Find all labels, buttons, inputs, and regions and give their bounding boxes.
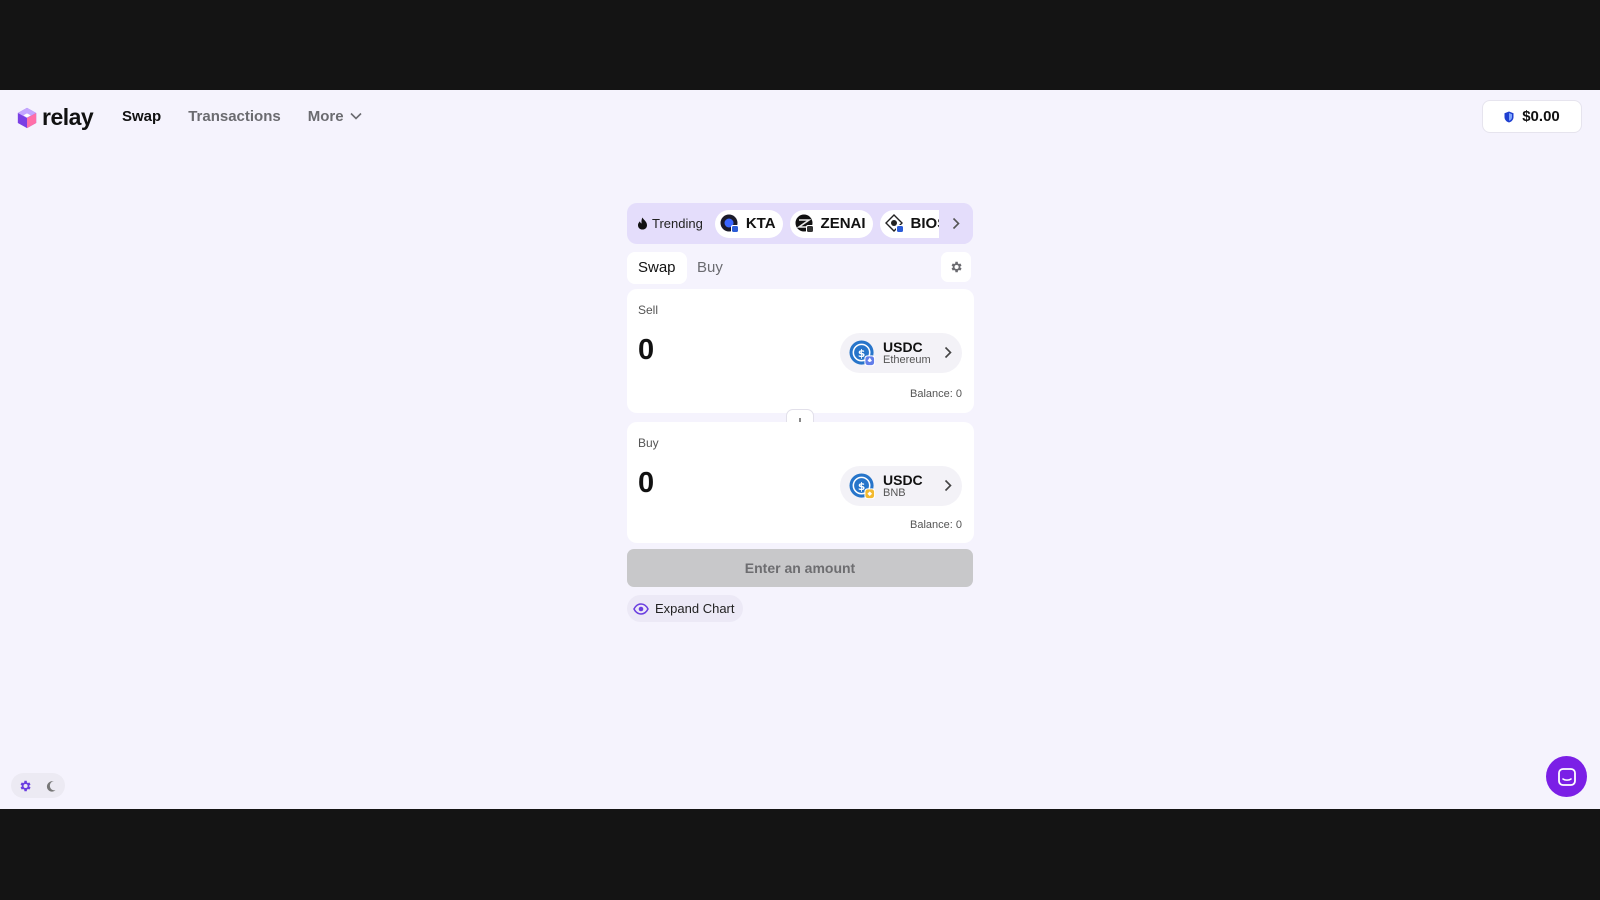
trending-chip-kta[interactable]: KTA — [714, 209, 783, 238]
shield-icon — [1504, 111, 1514, 122]
nav-transactions[interactable]: Transactions — [188, 108, 281, 125]
kta-token-icon — [720, 214, 739, 233]
gear-icon — [951, 261, 962, 273]
svg-text:$: $ — [858, 480, 865, 492]
top-header: relay Swap Transactions More $0.00 — [0, 90, 1600, 142]
usdc-bnb-icon: $ — [849, 472, 876, 499]
theme-toggle[interactable] — [11, 773, 65, 798]
relay-logo[interactable]: relay — [16, 104, 94, 131]
buy-panel: Buy 0 $ USDC BNB Balance: 0 — [627, 422, 974, 543]
chevron-down-icon — [350, 112, 362, 120]
usdc-ethereum-icon: $ — [849, 339, 876, 366]
bios-token-icon — [884, 213, 904, 233]
sell-panel: Sell 0 $ USDC Ethereum Balance: 0 — [627, 289, 974, 413]
trending-chip-zenai[interactable]: ZENAI — [789, 209, 873, 238]
buy-label: Buy — [638, 436, 659, 450]
eye-icon — [633, 602, 649, 615]
app-frame: relay Swap Transactions More $0.00 Trend… — [0, 90, 1600, 809]
trending-chip-symbol: ZENAI — [820, 215, 866, 232]
sell-amount-input[interactable]: 0 — [638, 334, 654, 367]
relay-cube-icon — [17, 107, 37, 128]
enter-amount-button[interactable]: Enter an amount — [627, 549, 973, 587]
sell-token-selector[interactable]: $ USDC Ethereum — [840, 333, 962, 373]
trending-bar: Trending KTA ZENAI BIOS — [627, 203, 973, 244]
trending-text: Trending — [652, 216, 703, 231]
sell-label: Sell — [638, 303, 659, 317]
zenai-token-icon — [795, 214, 814, 233]
tab-buy[interactable]: Buy — [686, 252, 734, 284]
wallet-balance-button[interactable]: $0.00 — [1482, 100, 1582, 133]
chevron-right-icon — [952, 217, 960, 230]
sell-token-chain: Ethereum — [883, 353, 931, 366]
brand-name: relay — [42, 104, 94, 130]
trending-label: Trending — [637, 216, 703, 231]
support-chat-button[interactable] — [1546, 756, 1587, 797]
chevron-right-icon — [944, 479, 952, 492]
sell-token-text: USDC Ethereum — [883, 340, 931, 366]
tab-swap[interactable]: Swap — [627, 252, 687, 284]
trending-next-button[interactable] — [939, 203, 973, 244]
expand-chart-button[interactable]: Expand Chart — [627, 595, 743, 622]
svg-text:$: $ — [858, 347, 865, 359]
sell-balance: Balance: 0 — [910, 388, 962, 400]
moon-icon[interactable] — [46, 780, 58, 792]
sell-token-symbol: USDC — [883, 338, 923, 355]
buy-token-symbol: USDC — [883, 471, 923, 488]
buy-amount-input[interactable]: 0 — [638, 467, 654, 500]
chevron-right-icon — [944, 346, 952, 359]
wallet-balance: $0.00 — [1522, 108, 1560, 125]
nav-swap[interactable]: Swap — [122, 108, 161, 125]
main-nav: Swap Transactions More — [122, 90, 362, 142]
nav-more[interactable]: More — [308, 108, 362, 125]
buy-token-text: USDC BNB — [883, 473, 923, 499]
sun-gear-icon[interactable] — [18, 779, 32, 793]
trending-chip-symbol: KTA — [745, 215, 776, 232]
buy-token-chain: BNB — [883, 486, 906, 499]
flame-icon — [638, 217, 647, 230]
buy-token-selector[interactable]: $ USDC BNB — [840, 466, 962, 506]
buy-balance: Balance: 0 — [910, 519, 962, 531]
nav-more-label: More — [307, 107, 344, 125]
swap-mode-tabs: Swap Buy — [627, 252, 973, 284]
expand-chart-label: Expand Chart — [655, 601, 735, 616]
chat-icon — [1557, 767, 1576, 786]
settings-button[interactable] — [941, 252, 971, 282]
